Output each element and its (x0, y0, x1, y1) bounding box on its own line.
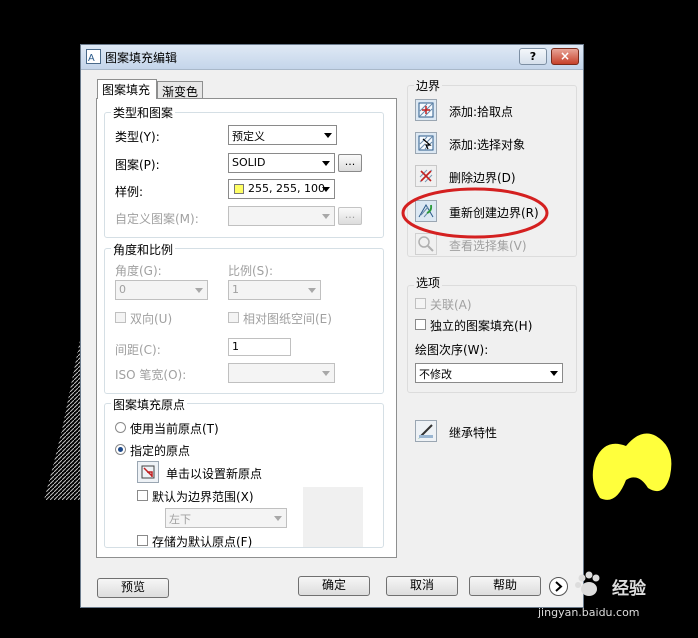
spacing-value: 1 (232, 340, 239, 353)
chevron-down-icon (308, 288, 316, 293)
chevron-down-icon (324, 133, 332, 138)
highlight-ellipse (401, 187, 549, 239)
chevron-down-icon (195, 288, 203, 293)
set-origin-label: 单击以设置新原点 (166, 467, 263, 481)
pattern-label: 图案(P): (115, 158, 160, 172)
pattern-select[interactable]: SOLID (228, 153, 335, 173)
origin-preview-box (303, 487, 363, 547)
double-checkbox[interactable] (115, 312, 126, 323)
hatched-shape-left (44, 340, 84, 500)
inherit-properties-label[interactable]: 继承特性 (449, 424, 497, 441)
more-options-button[interactable] (549, 577, 568, 596)
hatch-tab-panel: 类型和图案 类型(Y): 预定义 图案(P): SOLID ... 样例: 25… (96, 98, 397, 558)
angle-scale-group-title: 角度和比例 (111, 241, 176, 258)
tab-gradient[interactable]: 渐变色 (157, 81, 203, 99)
custom-pattern-label: 自定义图案(M): (115, 212, 199, 226)
relative-paper-checkbox[interactable] (228, 312, 239, 323)
boundaries-title: 边界 (414, 77, 443, 94)
chevron-down-icon (322, 161, 330, 166)
sample-label: 样例: (115, 185, 144, 199)
custom-pattern-select[interactable] (228, 206, 335, 226)
type-pattern-group-title: 类型和图案 (111, 104, 176, 121)
separate-hatches-label: 独立的图案填充(H) (430, 319, 533, 333)
select-objects-icon (418, 135, 434, 151)
use-current-origin-radio[interactable] (115, 422, 126, 433)
ok-button[interactable]: 确定 (298, 576, 370, 596)
associative-label: 关联(A) (430, 298, 472, 312)
app-icon: A (86, 49, 101, 64)
baidu-watermark: 经验 jingyan.baidu.com (538, 568, 692, 628)
specified-origin-label: 指定的原点 (130, 444, 191, 458)
draw-order-value: 不修改 (419, 368, 452, 381)
use-current-origin-label: 使用当前原点(T) (130, 422, 219, 436)
svg-text:A: A (88, 53, 95, 63)
iso-pen-width-select[interactable] (228, 363, 335, 383)
add-pick-points-label[interactable]: 添加:拾取点 (449, 103, 513, 120)
default-extent-checkbox[interactable] (137, 490, 148, 501)
title-bar: A 图案填充编辑 ? × (81, 45, 583, 70)
iso-pen-width-label: ISO 笔宽(O): (115, 368, 187, 382)
type-select-value: 预定义 (232, 130, 265, 143)
remove-boundary-icon (419, 169, 433, 183)
cancel-button[interactable]: 取消 (386, 576, 458, 596)
spacing-label: 间距(C): (115, 343, 161, 357)
chevron-down-icon (322, 214, 330, 219)
add-select-objects-label[interactable]: 添加:选择对象 (449, 136, 525, 153)
set-origin-button[interactable] (137, 461, 159, 483)
draw-order-select[interactable]: 不修改 (415, 363, 563, 383)
specified-origin-radio[interactable] (115, 444, 126, 455)
draw-order-label: 绘图次序(W): (415, 343, 489, 357)
store-default-label: 存储为默认原点(F) (152, 535, 253, 549)
add-pick-points-button[interactable] (415, 99, 437, 121)
help-title-button[interactable]: ? (519, 48, 547, 65)
crosshair-icon (141, 465, 155, 479)
origin-group-title: 图案填充原点 (111, 396, 188, 413)
angle-label: 角度(G): (115, 264, 162, 278)
help-button[interactable]: 帮助 (469, 576, 541, 596)
color-swatch (234, 184, 244, 194)
options-title: 选项 (414, 274, 443, 291)
close-button[interactable]: × (551, 48, 579, 65)
scale-select[interactable]: 1 (228, 280, 321, 300)
type-label: 类型(Y): (115, 130, 160, 144)
add-select-objects-button[interactable] (415, 132, 437, 154)
sample-color-value: 255, 255, 100 (248, 182, 325, 195)
pick-point-icon (418, 102, 434, 118)
chevron-down-icon (322, 371, 330, 376)
associative-checkbox[interactable] (415, 298, 426, 309)
brush-icon (418, 424, 433, 439)
chevron-right-icon (555, 581, 563, 592)
chevron-down-icon (274, 516, 282, 521)
scale-label: 比例(S): (228, 264, 274, 278)
watermark-brand: 经验 (612, 579, 646, 599)
double-label: 双向(U) (130, 312, 173, 326)
paw-icon (575, 571, 600, 596)
preview-button[interactable]: 预览 (97, 578, 169, 598)
inherit-properties-button[interactable] (415, 420, 437, 442)
remove-boundaries-button[interactable] (415, 165, 437, 187)
chevron-down-icon (550, 371, 558, 376)
extent-position-select[interactable]: 左下 (165, 508, 287, 528)
spacing-input[interactable]: 1 (228, 338, 291, 356)
default-extent-label: 默认为边界范围(X) (152, 490, 254, 504)
chevron-down-icon (322, 187, 330, 192)
angle-value: 0 (119, 283, 126, 296)
remove-boundaries-label[interactable]: 删除边界(D) (449, 169, 516, 186)
angle-select[interactable]: 0 (115, 280, 208, 300)
tab-hatch[interactable]: 图案填充 (97, 79, 157, 99)
type-select[interactable]: 预定义 (228, 125, 337, 145)
relative-paper-label: 相对图纸空间(E) (243, 312, 332, 326)
hatch-edit-dialog: A 图案填充编辑 ? × 图案填充 渐变色 类型和图案 类型(Y): 预定义 图… (80, 44, 584, 608)
custom-pattern-browse-button[interactable]: ... (338, 207, 362, 225)
dialog-title: 图案填充编辑 (105, 51, 178, 65)
watermark-url: jingyan.baidu.com (538, 606, 640, 619)
store-default-checkbox[interactable] (137, 535, 148, 546)
scale-value: 1 (232, 283, 239, 296)
extent-position-value: 左下 (169, 513, 191, 526)
pattern-browse-button[interactable]: ... (338, 154, 362, 172)
separate-hatches-checkbox[interactable] (415, 319, 426, 330)
pattern-select-value: SOLID (232, 156, 266, 169)
yellow-shape-right (592, 433, 672, 500)
sample-color-select[interactable]: 255, 255, 100 (228, 179, 335, 199)
